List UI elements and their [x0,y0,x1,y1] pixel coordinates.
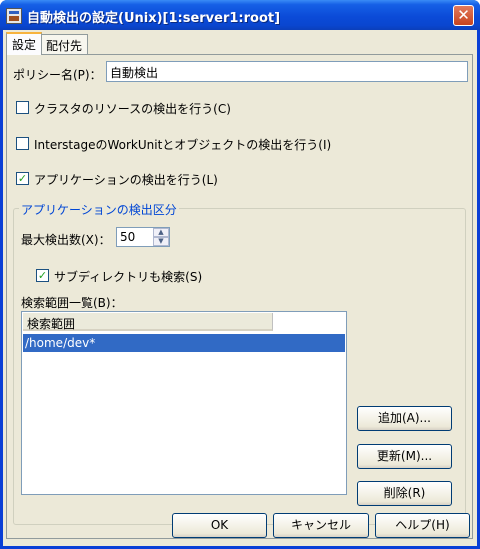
delete-button[interactable]: 削除(R) [357,481,452,506]
max-detect-spinner[interactable]: 50 ▲ ▼ [116,227,170,247]
help-button[interactable]: ヘルプ(H) [375,513,470,538]
spin-down-icon[interactable]: ▼ [153,237,169,246]
update-button[interactable]: 更新(M)... [357,444,452,469]
group-title: アプリケーションの検出区分 [19,201,179,218]
policy-name-label: ポリシー名(P)： [13,68,102,82]
subdirectory-label: サブディレクトリも検索(S) [54,270,203,284]
subdirectory-checkbox[interactable]: ✓ [36,269,49,282]
search-range-list[interactable]: 検索範囲 /home/dev* [21,311,347,495]
max-detect-label: 最大検出数(X)： [21,233,111,247]
column-header-search-range[interactable]: 検索範囲 [23,313,273,331]
cluster-detect-label: クラスタのリソースの検出を行う(C) [34,102,231,116]
application-detect-label: アプリケーションの検出を行う(L) [34,173,218,187]
ok-button[interactable]: OK [172,513,267,538]
tab-distribution[interactable]: 配付先 [40,34,89,54]
policy-name-input[interactable]: 自動検出 [106,61,468,82]
spin-up-icon[interactable]: ▲ [153,228,169,237]
application-detect-checkbox[interactable]: ✓ [16,172,29,185]
interstage-detect-label: InterstageのWorkUnitとオブジェクトの検出を行う(I) [34,138,332,152]
cluster-detect-checkbox[interactable] [16,101,29,114]
dialog-client-area: 設定 配付先 ポリシー名(P)： 自動検出 クラスタのリソースの検出を行う(C)… [3,30,477,546]
interstage-detect-checkbox[interactable] [16,137,29,150]
dialog-window: 自動検出の設定(Unix)[1:server1:root] ✕ 設定 配付先 ポ… [0,0,480,549]
app-icon [6,8,22,24]
list-item[interactable]: /home/dev* [22,333,346,353]
application-detect-group: アプリケーションの検出区分 最大検出数(X)： 50 ▲ ▼ ✓ サブディレクト… [13,201,466,525]
cancel-button[interactable]: キャンセル [273,513,369,538]
add-button[interactable]: 追加(A)... [357,406,452,431]
max-detect-value[interactable]: 50 [120,230,135,244]
settings-panel: ポリシー名(P)： 自動検出 クラスタのリソースの検出を行う(C) Inters… [6,54,473,539]
title-bar[interactable]: 自動検出の設定(Unix)[1:server1:root] ✕ [0,0,480,30]
close-button[interactable]: ✕ [453,5,474,26]
tab-settings[interactable]: 設定 [6,32,43,55]
search-range-list-label: 検索範囲一覧(B)： [21,296,123,310]
window-title: 自動検出の設定(Unix)[1:server1:root] [27,11,281,26]
